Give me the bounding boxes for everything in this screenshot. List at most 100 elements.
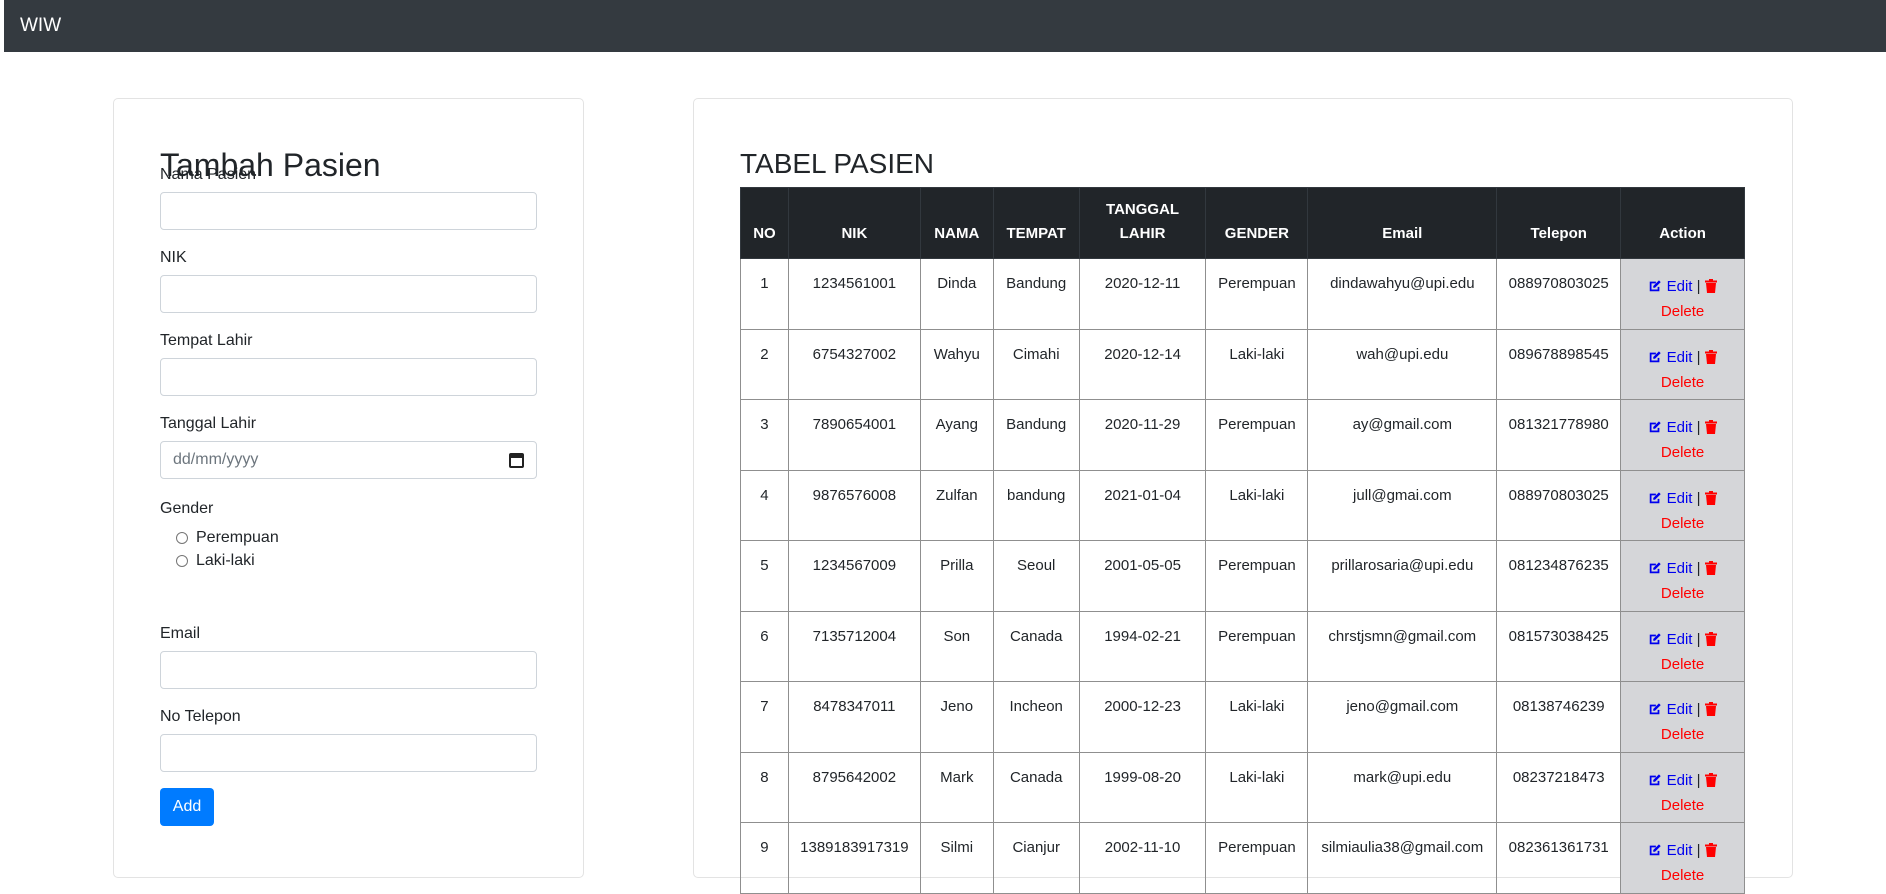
table-title: TABEL PASIEN bbox=[740, 148, 934, 179]
edit-icon[interactable] bbox=[1648, 700, 1662, 723]
cell-nik: 1389183917319 bbox=[787, 822, 921, 894]
nama-input[interactable] bbox=[160, 192, 537, 230]
cell-nama: Mark bbox=[919, 751, 994, 823]
cell-tempat: Bandung bbox=[992, 399, 1080, 471]
delete-link[interactable]: Delete bbox=[1661, 797, 1704, 814]
email-input[interactable] bbox=[160, 651, 537, 689]
table-row: 6 7135712004 Son Canada 1994-02-21 Perempuan c… bbox=[740, 610, 1745, 682]
cell-telepon: 088970803025 bbox=[1496, 258, 1622, 330]
edit-icon[interactable] bbox=[1648, 841, 1662, 864]
cell-nama: Ayang bbox=[919, 399, 994, 471]
table-row: 5 1234567009 Prilla Seoul 2001-05-05 Perempua… bbox=[740, 540, 1745, 612]
edit-link[interactable]: Edit bbox=[1667, 701, 1693, 718]
trash-icon[interactable] bbox=[1704, 348, 1717, 371]
trash-icon[interactable] bbox=[1704, 277, 1717, 300]
trash-icon[interactable] bbox=[1704, 700, 1717, 723]
edit-icon[interactable] bbox=[1648, 348, 1662, 371]
cell-no: 9 bbox=[740, 822, 789, 894]
cell-telepon: 082361361731 bbox=[1496, 822, 1622, 894]
cell-telepon: 088970803025 bbox=[1496, 469, 1622, 541]
nik-label: NIK bbox=[160, 249, 187, 266]
action-separator: | bbox=[1696, 419, 1701, 436]
edit-link[interactable]: Edit bbox=[1667, 278, 1693, 295]
cell-action: Edit | Delete bbox=[1620, 681, 1745, 753]
delete-link[interactable]: Delete bbox=[1661, 585, 1704, 602]
delete-link[interactable]: Delete bbox=[1661, 303, 1704, 320]
calendar-icon[interactable] bbox=[509, 452, 524, 468]
action-separator: | bbox=[1696, 560, 1701, 577]
edit-icon[interactable] bbox=[1648, 277, 1662, 300]
email-field: Email bbox=[160, 624, 537, 689]
cell-action: Edit | Delete bbox=[1620, 610, 1745, 682]
action-separator: | bbox=[1696, 842, 1701, 859]
radio-laki-laki[interactable] bbox=[176, 555, 188, 567]
trash-icon[interactable] bbox=[1704, 559, 1717, 582]
header-nama: NAMA bbox=[919, 187, 994, 259]
edit-link[interactable]: Edit bbox=[1667, 560, 1693, 577]
edit-link[interactable]: Edit bbox=[1667, 631, 1693, 648]
gender-label: Gender bbox=[160, 500, 214, 517]
edit-icon[interactable] bbox=[1648, 771, 1662, 794]
cell-tempat: Seoul bbox=[992, 540, 1080, 612]
delete-link[interactable]: Delete bbox=[1661, 867, 1704, 884]
cell-no: 7 bbox=[740, 681, 789, 753]
delete-link[interactable]: Delete bbox=[1661, 726, 1704, 743]
telepon-input[interactable] bbox=[160, 734, 537, 772]
table-row: 9 1389183917319 Silmi Cianjur 2002-11-10 Pere… bbox=[740, 822, 1745, 894]
add-patient-form: Tambah Pasien Nama Pasien NIK Tempat Lah… bbox=[113, 98, 584, 878]
radio-perempuan[interactable] bbox=[176, 532, 188, 544]
table-body: 1 1234561001 Dinda Bandung 2020-12-11 Perempu… bbox=[740, 258, 1745, 894]
trash-icon[interactable] bbox=[1704, 841, 1717, 864]
nik-field: NIK bbox=[160, 248, 537, 313]
navbar-brand[interactable]: WIW bbox=[20, 15, 61, 37]
table-row: 8 8795642002 Mark Canada 1999-08-20 Laki-laki… bbox=[740, 751, 1745, 823]
edit-icon[interactable] bbox=[1648, 630, 1662, 653]
edit-link[interactable]: Edit bbox=[1667, 419, 1693, 436]
edit-icon[interactable] bbox=[1648, 489, 1662, 512]
trash-icon[interactable] bbox=[1704, 418, 1717, 441]
edit-link[interactable]: Edit bbox=[1667, 772, 1693, 789]
header-nik: NIK bbox=[787, 187, 921, 259]
tanggal-label: Tanggal Lahir bbox=[160, 415, 257, 432]
cell-email: dindawahyu@upi.edu bbox=[1307, 258, 1498, 330]
nik-input[interactable] bbox=[160, 275, 537, 313]
trash-icon[interactable] bbox=[1704, 630, 1717, 653]
cell-telepon: 081573038425 bbox=[1496, 610, 1622, 682]
action-separator: | bbox=[1696, 630, 1701, 648]
trash-icon[interactable] bbox=[1704, 489, 1717, 512]
tempat-label: Tempat Lahir bbox=[160, 332, 253, 349]
add-button[interactable]: Add bbox=[160, 788, 214, 826]
trash-icon[interactable] bbox=[1704, 771, 1717, 794]
cell-telepon: 08237218473 bbox=[1496, 751, 1622, 823]
cell-gender: Perempuan bbox=[1205, 540, 1309, 612]
cell-nik: 8795642002 bbox=[787, 751, 921, 823]
table-row: 2 6754327002 Wahyu Cimahi 2020-12-14 Laki-lak… bbox=[740, 328, 1745, 400]
edit-icon[interactable] bbox=[1648, 559, 1662, 582]
delete-link[interactable]: Delete bbox=[1661, 374, 1704, 391]
edit-link[interactable]: Edit bbox=[1667, 349, 1693, 366]
cell-tanggal-lahir: 2000-12-23 bbox=[1078, 681, 1207, 753]
nama-label: Nama Pasien bbox=[160, 166, 257, 183]
delete-link[interactable]: Delete bbox=[1661, 656, 1704, 673]
gender-field: Gender Perempuan Laki-laki bbox=[160, 499, 537, 569]
edit-link[interactable]: Edit bbox=[1667, 842, 1693, 859]
tempat-input[interactable] bbox=[160, 358, 537, 396]
cell-action: Edit | Delete bbox=[1620, 258, 1745, 330]
cell-nik: 7890654001 bbox=[787, 399, 921, 471]
cell-nik: 9876576008 bbox=[787, 469, 921, 541]
cell-nama: Son bbox=[919, 610, 994, 682]
delete-link[interactable]: Delete bbox=[1661, 515, 1704, 532]
edit-link[interactable]: Edit bbox=[1667, 490, 1693, 507]
cell-no: 1 bbox=[740, 258, 789, 330]
gender-option-laki-laki[interactable]: Laki-laki bbox=[176, 552, 255, 570]
edit-icon[interactable] bbox=[1648, 418, 1662, 441]
action-separator: | bbox=[1696, 348, 1701, 366]
cell-no: 5 bbox=[740, 540, 789, 612]
gender-option-perempuan[interactable]: Perempuan bbox=[176, 529, 279, 547]
header-tanggal-lahir: TANGGAL LAHIR bbox=[1078, 187, 1207, 259]
tanggal-input[interactable]: dd/mm/yyyy bbox=[160, 441, 537, 479]
cell-tanggal-lahir: 2002-11-10 bbox=[1078, 822, 1207, 894]
delete-link[interactable]: Delete bbox=[1661, 444, 1704, 461]
telepon-label: No Telepon bbox=[160, 708, 241, 725]
header-tempat: TEMPAT bbox=[992, 187, 1080, 259]
